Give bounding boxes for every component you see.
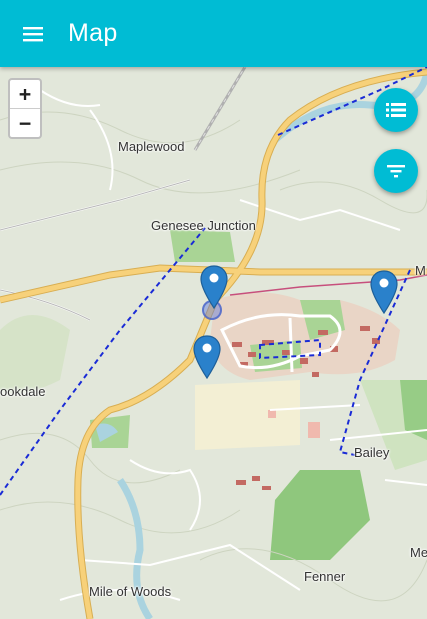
list-view-button[interactable]	[374, 88, 418, 132]
zoom-in-button[interactable]: +	[10, 80, 40, 109]
place-label-edge-me: Me	[410, 545, 427, 560]
place-label-maplewood: Maplewood	[118, 139, 185, 154]
map-marker-icon[interactable]	[192, 334, 222, 380]
place-label-bailey: Bailey	[354, 445, 390, 460]
place-label-genesee-junction: Genesee Junction	[151, 218, 256, 233]
list-icon	[386, 103, 406, 117]
place-label-mile-of-woods: Mile of Woods	[89, 584, 172, 599]
place-label-edge-m: M	[415, 263, 426, 278]
menu-button[interactable]	[14, 15, 52, 53]
app-bar: Map	[0, 0, 427, 67]
filter-icon	[387, 165, 405, 178]
map-view[interactable]: Maplewood Genesee Junction ookdale Baile…	[0, 67, 427, 619]
map-marker-icon[interactable]	[369, 269, 399, 315]
zoom-control: + −	[8, 78, 42, 139]
hamburger-menu-icon	[23, 27, 43, 42]
map-marker-icon[interactable]	[199, 264, 229, 310]
page-title: Map	[68, 19, 118, 47]
filter-button[interactable]	[374, 149, 418, 193]
place-label-ookdale: ookdale	[0, 384, 46, 399]
app-root: Map Maplewood Genesee Junction ookdale B…	[0, 0, 427, 619]
zoom-out-button[interactable]: −	[10, 109, 40, 137]
place-label-fenner: Fenner	[304, 569, 346, 584]
